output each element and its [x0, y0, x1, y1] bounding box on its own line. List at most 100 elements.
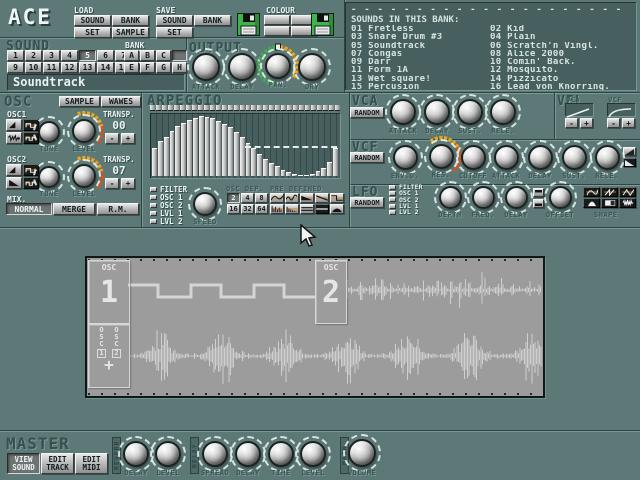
- predefined-wave-button[interactable]: [270, 193, 284, 203]
- bank-list-entry[interactable]: 14 Pizzicato: [490, 75, 630, 83]
- arp-step[interactable]: [335, 105, 340, 111]
- target-checkbox[interactable]: [389, 204, 396, 209]
- arp-step[interactable]: [156, 105, 161, 111]
- target-checkbox[interactable]: [150, 187, 157, 192]
- osc2-transpose-minus-button[interactable]: -: [105, 178, 119, 189]
- osc2-wave-labelbox[interactable]: OSC 2: [315, 260, 347, 324]
- bank-list-entry[interactable]: 07 Congas: [351, 50, 490, 58]
- arp-bar[interactable]: [187, 120, 192, 177]
- osc1-waveform-button[interactable]: [6, 119, 22, 131]
- bank-list-entry[interactable]: 10 Comin' Back.: [490, 58, 630, 66]
- arp-speed-knob[interactable]: [193, 192, 217, 216]
- bank-list-entry[interactable]: 16 Lead von Knorring.: [490, 83, 630, 90]
- arp-step[interactable]: [323, 105, 328, 111]
- arp-bar[interactable]: [181, 123, 186, 176]
- vca-random-button[interactable]: RANDOM: [350, 107, 384, 118]
- target-checkbox[interactable]: [389, 191, 396, 196]
- delay-level-knob[interactable]: [300, 441, 326, 467]
- bank-button[interactable]: B: [140, 50, 155, 61]
- colour-swatch-button[interactable]: [264, 15, 290, 25]
- lfo-knob[interactable]: [439, 186, 462, 209]
- arp-step[interactable]: [216, 105, 221, 111]
- arp-step[interactable]: [293, 105, 298, 111]
- sound-number-button[interactable]: 6: [97, 50, 114, 61]
- osc-dep-button[interactable]: 16: [227, 204, 240, 214]
- floppy-disk-icon[interactable]: [237, 13, 260, 36]
- view-sound-button[interactable]: VIEWSOUND: [7, 453, 40, 474]
- arp-step[interactable]: [150, 105, 155, 111]
- osc2-waveform-button[interactable]: [6, 164, 22, 176]
- osc-dep-button[interactable]: 2: [227, 193, 240, 203]
- predefined-wave-button[interactable]: [300, 204, 314, 214]
- bank-button[interactable]: [172, 50, 187, 61]
- vcf-knob[interactable]: [393, 145, 418, 170]
- lfo-knob[interactable]: [505, 186, 528, 209]
- arp-step[interactable]: [317, 105, 322, 111]
- arp-step[interactable]: [287, 105, 292, 111]
- osc1-waveform-button[interactable]: [6, 132, 22, 144]
- arp-bar[interactable]: [170, 131, 175, 176]
- arp-step[interactable]: [198, 105, 203, 111]
- sound-number-button[interactable]: 3: [43, 50, 60, 61]
- lfo-shape-button[interactable]: [583, 198, 600, 208]
- arp-step[interactable]: [210, 105, 215, 111]
- bank-list-entry[interactable]: 13 Wet square!: [351, 75, 490, 83]
- sound-number-button[interactable]: 10: [25, 62, 42, 73]
- arp-step[interactable]: [204, 105, 209, 111]
- sound-number-button[interactable]: 13: [79, 62, 96, 73]
- lfo-shape-button[interactable]: [619, 187, 636, 197]
- arp-bar[interactable]: [257, 154, 262, 176]
- load-sample-button[interactable]: SAMPLE: [112, 27, 149, 38]
- osc2-waveform-button[interactable]: [6, 177, 22, 189]
- bank-list-entry[interactable]: 15 Percusion: [351, 83, 490, 90]
- arp-bar[interactable]: [292, 174, 297, 176]
- arp-step[interactable]: [222, 105, 227, 111]
- edit-track-button[interactable]: EDITTRACK: [41, 453, 74, 474]
- osc2-level-knob[interactable]: [72, 164, 96, 188]
- arp-bar[interactable]: [199, 116, 204, 176]
- arp-bar[interactable]: [216, 121, 221, 176]
- load-bank-button[interactable]: BANK: [112, 15, 149, 26]
- target-checkbox[interactable]: [389, 210, 396, 215]
- osc2-transpose-plus-button[interactable]: +: [121, 178, 135, 189]
- arp-step[interactable]: [281, 105, 286, 111]
- bank-button[interactable]: C: [156, 50, 171, 61]
- predefined-wave-button[interactable]: [300, 193, 314, 203]
- lfo-random-button[interactable]: RANDOM: [350, 197, 384, 208]
- filter-slope-down-button[interactable]: [623, 158, 636, 167]
- target-checkbox[interactable]: [389, 185, 396, 190]
- arp-step[interactable]: [246, 105, 251, 111]
- lfo-knob[interactable]: [549, 186, 572, 209]
- arp-bar[interactable]: [269, 163, 274, 176]
- vca-knob[interactable]: [424, 99, 450, 125]
- vel-vca-plus-button[interactable]: +: [580, 118, 593, 128]
- arp-step[interactable]: [180, 105, 185, 111]
- save-set-button[interactable]: SET: [156, 27, 193, 38]
- arp-bar[interactable]: [263, 159, 268, 176]
- arp-step[interactable]: [234, 105, 239, 111]
- arp-bar[interactable]: [310, 174, 315, 176]
- osc1-wave-labelbox[interactable]: OSC 1: [88, 260, 130, 324]
- arp-bar[interactable]: [234, 132, 239, 176]
- arp-step[interactable]: [275, 105, 280, 111]
- osc1-transpose-plus-button[interactable]: +: [121, 133, 135, 144]
- arp-bar[interactable]: [321, 168, 326, 176]
- arp-bar[interactable]: [222, 124, 227, 176]
- vcf-knob[interactable]: [461, 145, 486, 170]
- sound-number-button[interactable]: 9: [7, 62, 24, 73]
- sound-number-button[interactable]: 14: [97, 62, 114, 73]
- osc-dep-button[interactable]: 4: [241, 193, 254, 203]
- osc-tab-wawes[interactable]: WAWES: [101, 96, 141, 107]
- vcf-knob[interactable]: [494, 145, 519, 170]
- osc-dep-button[interactable]: 8: [255, 193, 268, 203]
- arp-bar[interactable]: [333, 148, 338, 176]
- mix-merge-button[interactable]: MERGE: [53, 203, 95, 215]
- mix-rm-button[interactable]: R.M.: [97, 203, 139, 215]
- sound-name-field[interactable]: Soundtrack: [7, 74, 184, 90]
- arp-bar[interactable]: [175, 126, 180, 176]
- predefined-wave-button[interactable]: [330, 193, 344, 203]
- sum-wave-labelbox[interactable]: OSC1OSC2 +: [88, 324, 130, 388]
- arp-step[interactable]: [240, 105, 245, 111]
- osc2-tune-knob[interactable]: [38, 166, 60, 188]
- bank-button[interactable]: H: [172, 62, 187, 73]
